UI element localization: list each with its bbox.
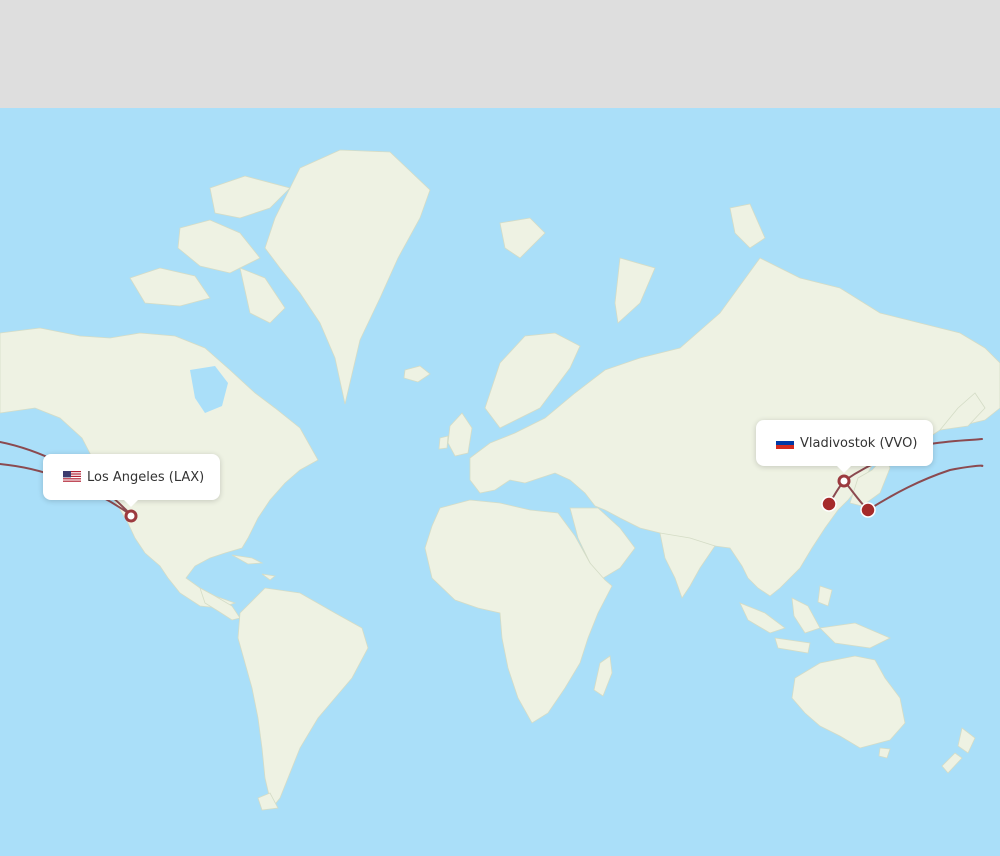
us-flag-icon (63, 471, 81, 483)
southeast-asia-islands (739, 585, 891, 654)
british-isles (438, 412, 473, 457)
world-map[interactable]: Los Angeles (LAX) Vladivostok (VVO) (0, 108, 1000, 856)
new-zealand (941, 727, 976, 774)
south-america (237, 587, 369, 809)
header-band (0, 0, 1000, 108)
lax-marker-icon[interactable] (124, 509, 138, 523)
origin-airport-name: Los Angeles (LAX) (87, 469, 205, 485)
vvo-marker-icon[interactable] (837, 474, 851, 488)
destination-airport-label[interactable]: Vladivostok (VVO) (756, 420, 933, 473)
origin-airport-label[interactable]: Los Angeles (LAX) (43, 454, 220, 507)
tasmania (878, 747, 891, 759)
madagascar (593, 655, 613, 697)
australia (791, 655, 906, 749)
destination-airport-name: Vladivostok (VVO) (800, 435, 918, 451)
caribbean (231, 554, 276, 581)
central-america (199, 587, 241, 621)
hub-airport-dot-tokyo[interactable] (860, 502, 876, 518)
ru-flag-icon (776, 437, 794, 449)
iceland (403, 365, 431, 383)
hub-airport-dot-seoul[interactable] (821, 496, 837, 512)
